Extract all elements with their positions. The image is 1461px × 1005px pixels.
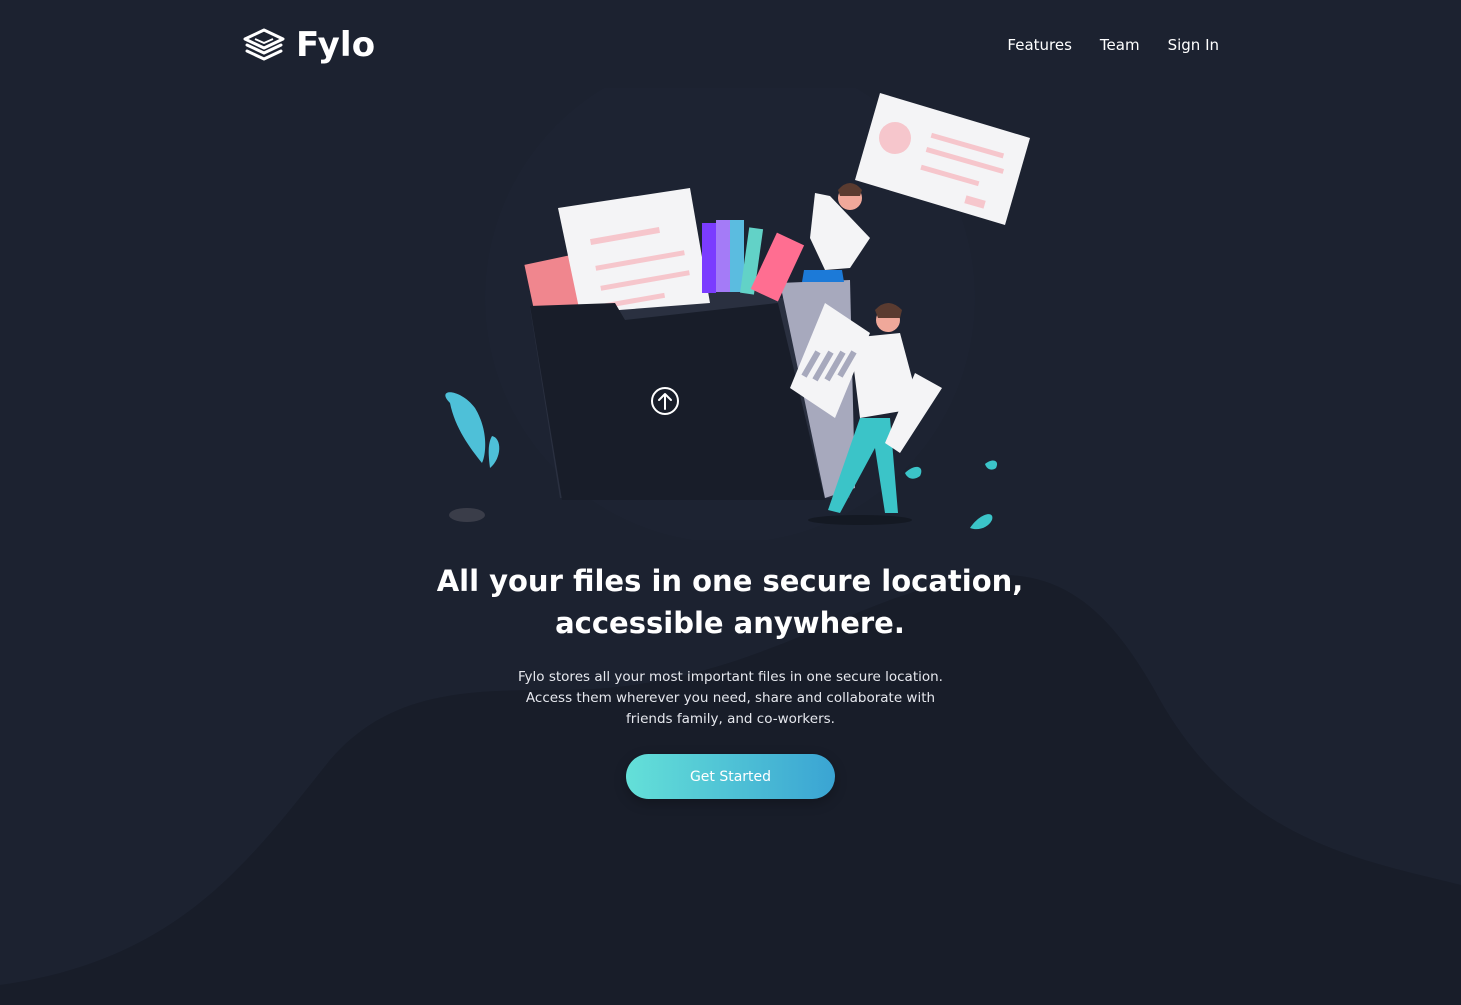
hero-title-line-2: accessible anywhere. <box>555 606 905 640</box>
hero-description: Fylo stores all your most important file… <box>515 667 946 730</box>
main-nav: Features Team Sign In <box>1007 36 1219 54</box>
nav-item-team[interactable]: Team <box>1100 36 1140 54</box>
hero-description-line-3: friends family, and co-workers. <box>626 711 835 727</box>
get-started-button[interactable]: Get Started <box>626 754 835 799</box>
hero-description-line-2: Access them wherever you need, share and… <box>525 690 936 706</box>
logo[interactable]: Fylo <box>242 25 375 65</box>
hero-illustration <box>445 88 1030 540</box>
hero-title-line-1: All your files in one secure location, <box>436 564 1024 598</box>
nav-item-sign-in[interactable]: Sign In <box>1168 36 1219 54</box>
hero-title: All your files in one secure location, a… <box>430 560 1030 644</box>
layers-icon <box>243 28 285 61</box>
hero-description-line-1: Fylo stores all your most important file… <box>518 669 943 685</box>
landing-page: Fylo Features Team Sign In All your file… <box>0 0 1461 1005</box>
site-header: Fylo Features Team Sign In <box>242 22 1219 68</box>
brand-name: Fylo <box>296 25 376 65</box>
nav-item-features[interactable]: Features <box>1007 36 1072 54</box>
